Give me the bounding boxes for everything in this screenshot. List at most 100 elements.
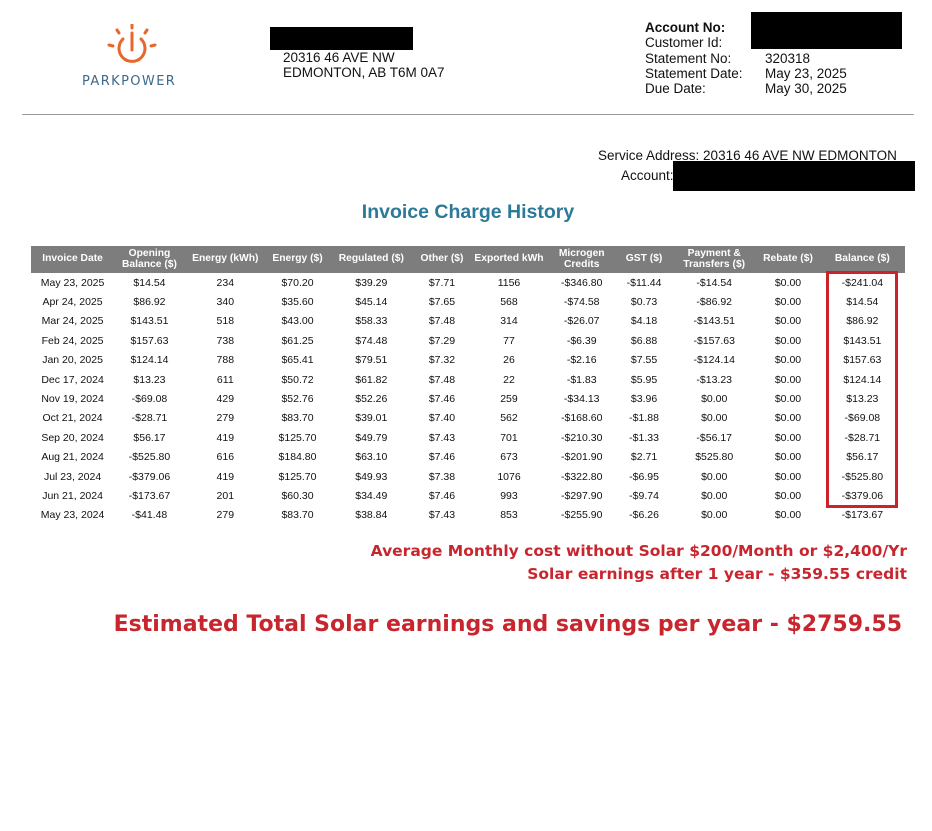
table-cell: $7.40	[428, 412, 456, 425]
table-row: Nov 19, 2024 -$69.08 429 $52.76 $52.26 $7.46 2…	[31, 389, 905, 408]
table-cell: -$26.07	[563, 315, 600, 328]
table-cell: -$86.92	[696, 296, 733, 309]
mailing-address: 20316 46 AVE NW EDMONTON, AB T6M 0A7	[283, 50, 445, 80]
table-cell: $143.51	[130, 315, 169, 328]
table-cell: $0.00	[774, 334, 802, 347]
table-cell: 340	[216, 296, 235, 309]
table-cell: Jun 21, 2024	[42, 489, 103, 502]
table-cell: -$13.23	[696, 373, 733, 386]
table-cell: $0.00	[774, 354, 802, 367]
table-cell: -$28.71	[131, 412, 168, 425]
table-cell: $0.73	[630, 296, 658, 309]
table-cell: $4.18	[630, 315, 658, 328]
table-cell: $0.00	[774, 296, 802, 309]
table-cell: -$14.54	[696, 276, 733, 289]
table-cell: 279	[216, 509, 235, 522]
table-cell: $52.26	[355, 393, 388, 406]
note-average-cost: Average Monthly cost without Solar $200/…	[370, 542, 907, 560]
table-cell: $79.51	[355, 354, 388, 367]
table-cell: 419	[216, 470, 235, 483]
table-cell: $49.93	[355, 470, 388, 483]
table-cell: -$1.83	[566, 373, 597, 386]
table-cell: $157.63	[130, 334, 169, 347]
table-cell: 611	[216, 373, 234, 386]
statement-date-row: Statement Date: May 23, 2025	[645, 65, 847, 81]
table-cell: Jan 20, 2025	[42, 354, 103, 367]
table-cell: -$41.48	[131, 509, 168, 522]
table-cell: May 23, 2025	[40, 276, 105, 289]
table-row: Apr 24, 2025 $86.92 340 $35.60 $45.14 $7.65 56…	[31, 292, 905, 311]
column-header: Exported kWh	[470, 246, 548, 273]
table-cell: 788	[216, 354, 235, 367]
table-cell: -$1.33	[629, 431, 659, 444]
table-cell: $83.70	[281, 509, 314, 522]
table-cell: $45.14	[355, 296, 388, 309]
table-cell: -$157.63	[693, 334, 735, 347]
table-cell: 853	[500, 509, 518, 522]
table-cell: $14.54	[133, 276, 166, 289]
column-header: Energy (kWh)	[184, 246, 266, 273]
table-cell: -$124.14	[693, 354, 735, 367]
table-cell: Sep 20, 2024	[41, 431, 104, 444]
account-label: Account:	[621, 168, 674, 183]
table-cell: 673	[500, 451, 518, 464]
table-row: Aug 21, 2024 -$525.80 616 $184.80 $63.10 $7.4…	[31, 448, 905, 467]
table-cell: $0.00	[774, 470, 802, 483]
table-cell: -$6.95	[629, 470, 659, 483]
table-cell: $0.00	[701, 509, 728, 522]
table-cell: -$173.67	[128, 489, 171, 502]
table-cell: $38.84	[355, 509, 388, 522]
table-cell: Jul 23, 2024	[43, 470, 102, 483]
parkpower-logo: PARKPOWER	[82, 24, 182, 89]
table-cell: $56.17	[133, 431, 166, 444]
table-cell: $7.46	[428, 393, 456, 406]
table-cell: $7.46	[428, 489, 456, 502]
table-cell: $0.00	[774, 373, 802, 386]
table-cell: -$2.16	[566, 354, 597, 367]
table-row: May 23, 2024 -$41.48 279 $83.70 $38.84 $7.43 8…	[31, 506, 905, 525]
column-header: Rebate ($)	[756, 246, 820, 273]
table-row: Sep 20, 2024 $56.17 419 $125.70 $49.79 $7.43 7…	[31, 428, 905, 447]
table-cell: $43.00	[281, 315, 314, 328]
table-cell: $7.46	[428, 451, 456, 464]
table-cell: Dec 17, 2024	[41, 373, 104, 386]
table-row: Oct 21, 2024 -$28.71 279 $83.70 $39.01 $7.40 5…	[31, 409, 905, 428]
table-cell: $7.38	[428, 470, 456, 483]
page-title: Invoice Charge History	[361, 201, 575, 223]
table-body: May 23, 2025 $14.54 234 $70.20 $39.29 $7.71 11…	[31, 273, 905, 525]
table-cell: $7.55	[630, 354, 658, 367]
table-row: Feb 24, 2025 $157.63 738 $61.25 $74.48 $7.29 7…	[31, 331, 905, 350]
address-line-2: EDMONTON, AB T6M 0A7	[283, 65, 445, 80]
table-cell: $0.00	[701, 393, 728, 406]
table-cell: $125.70	[278, 431, 317, 444]
redaction-bar-service-account	[673, 161, 915, 191]
column-header: Regulated ($)	[329, 246, 414, 273]
table-cell: -$69.08	[131, 393, 168, 406]
column-header: Energy ($)	[265, 246, 330, 273]
table-cell: $0.00	[774, 393, 802, 406]
table-cell: $58.33	[355, 315, 388, 328]
column-header: Microgen Credits	[547, 246, 617, 273]
table-cell: $49.79	[355, 431, 388, 444]
table-header-row: Invoice Date Opening Balance ($) Energy (k…	[31, 246, 905, 273]
note-estimated-total: Estimated Total Solar earnings and savin…	[113, 612, 902, 637]
table-cell: 77	[503, 334, 515, 347]
table-cell: $65.41	[281, 354, 314, 367]
table-cell: -$346.80	[561, 276, 603, 289]
table-cell: -$210.30	[561, 431, 603, 444]
table-cell: $61.82	[355, 373, 388, 386]
table-cell: -$9.74	[629, 489, 659, 502]
address-line-1: 20316 46 AVE NW	[283, 50, 395, 65]
table-cell: 738	[216, 334, 235, 347]
table-cell: 201	[216, 489, 235, 502]
table-cell: 314	[500, 315, 518, 328]
table-cell: -$1.88	[629, 412, 659, 425]
table-cell: $52.76	[281, 393, 314, 406]
table-cell: $0.00	[774, 431, 802, 444]
table-cell: $124.14	[130, 354, 169, 367]
header-divider	[22, 114, 914, 115]
table-cell: $0.00	[774, 276, 802, 289]
table-cell: -$168.60	[561, 412, 603, 425]
table-cell: Mar 24, 2025	[41, 315, 104, 328]
table-cell: $525.80	[695, 451, 734, 464]
